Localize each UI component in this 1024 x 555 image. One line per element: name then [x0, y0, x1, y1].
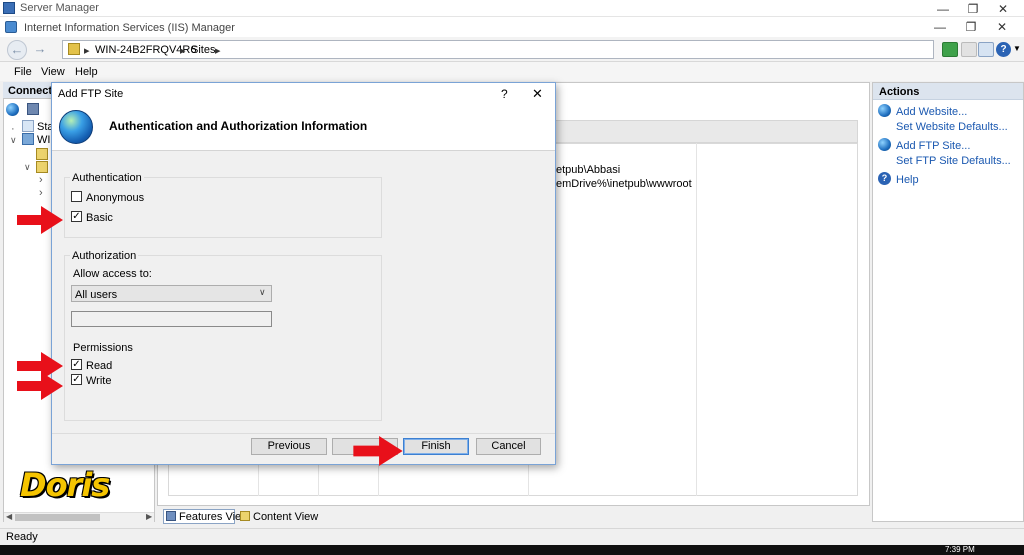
tree-collapse-icon[interactable]: ∨ — [24, 162, 31, 173]
dialog-help-button[interactable]: ? — [501, 87, 508, 101]
menu-view[interactable]: View — [41, 66, 65, 78]
anonymous-checkbox[interactable] — [71, 191, 82, 202]
server-manager-icon — [3, 2, 15, 14]
allow-access-label: Allow access to: — [73, 268, 152, 280]
finish-button[interactable]: Finish — [403, 438, 469, 455]
arrow-icon — [17, 206, 63, 234]
basic-label: Basic — [86, 212, 113, 224]
back-arrow-icon[interactable]: ← — [7, 40, 27, 60]
authentication-group — [64, 177, 382, 238]
site-path-cell[interactable]: etpub\Abbasi — [556, 164, 620, 176]
set-website-defaults-link[interactable]: Set Website Defaults... — [896, 121, 1008, 133]
connect-globe-icon[interactable] — [6, 103, 19, 116]
minimize-button[interactable]: — — [925, 19, 955, 35]
doris-watermark-logo: Doris — [20, 466, 110, 504]
add-ftp-site-link[interactable]: Add FTP Site... — [896, 140, 970, 152]
close-button[interactable]: ✕ — [987, 19, 1017, 35]
allow-access-value: All users — [75, 289, 118, 301]
globe-icon — [59, 110, 93, 144]
scroll-right-icon[interactable]: ▶ — [146, 512, 152, 521]
sm-minimize-button[interactable]: — — [928, 1, 958, 17]
authorization-label: Authorization — [70, 250, 139, 262]
tree-expand-icon[interactable]: › — [39, 174, 43, 186]
server-node-icon — [68, 43, 80, 55]
tab-content-view[interactable]: Content View — [253, 511, 318, 523]
help-link[interactable]: Help — [896, 174, 919, 186]
tree-expander[interactable]: · — [11, 123, 15, 135]
add-ftp-globe-icon — [878, 138, 891, 151]
read-label: Read — [86, 360, 113, 372]
content-view-icon — [240, 511, 250, 521]
dialog-title: Add FTP Site — [58, 88, 124, 100]
menu-help[interactable]: Help — [75, 66, 98, 78]
menu-file[interactable]: File — [14, 66, 32, 78]
breadcrumb-sites[interactable]: Sites — [191, 44, 215, 56]
grid-divider — [696, 143, 697, 496]
chevron-down-icon: ∨ — [259, 287, 266, 297]
status-text: Ready — [6, 531, 38, 543]
add-website-globe-icon — [878, 104, 891, 117]
sites-folder-icon — [36, 161, 48, 173]
sm-restore-button[interactable]: ❐ — [958, 1, 988, 17]
home-icon[interactable] — [978, 42, 994, 57]
write-checkbox[interactable]: ✓ — [71, 374, 82, 385]
start-page-icon — [22, 120, 34, 132]
iis-app-icon — [5, 21, 17, 33]
dialog-close-button[interactable]: ✕ — [532, 86, 543, 102]
address-separator: ▸ — [180, 45, 186, 57]
scroll-left-icon[interactable]: ◀ — [6, 512, 12, 521]
dialog-heading: Authentication and Authorization Informa… — [109, 119, 368, 133]
site-path-cell[interactable]: emDrive%\inetpub\wwwroot — [556, 178, 692, 190]
chevron-down-icon[interactable]: ▼ — [1013, 44, 1021, 53]
user-text-field[interactable] — [71, 311, 272, 327]
features-view-label: Features View — [179, 511, 250, 523]
taskbar — [0, 545, 1024, 555]
features-view-icon — [166, 511, 176, 521]
menu-bar — [0, 62, 1024, 81]
dialog-titlebar — [52, 83, 555, 103]
actions-title: Actions — [879, 86, 920, 98]
authentication-label: Authentication — [70, 172, 144, 184]
arrow-icon — [17, 372, 63, 400]
address-separator: ▸ — [215, 45, 221, 57]
address-separator: ▸ — [84, 45, 90, 57]
anonymous-label: Anonymous — [86, 192, 145, 204]
write-label: Write — [86, 375, 112, 387]
permissions-label: Permissions — [73, 342, 133, 354]
stop-icon[interactable] — [961, 42, 977, 57]
scroll-thumb[interactable] — [15, 514, 100, 521]
taskbar-clock: 7:39 PM — [945, 545, 975, 554]
save-icon[interactable] — [27, 103, 39, 115]
read-checkbox[interactable]: ✓ — [71, 359, 82, 370]
button-divider — [52, 433, 555, 434]
tree-expand-icon[interactable]: › — [39, 187, 43, 199]
server-icon — [22, 133, 34, 145]
sm-close-button[interactable]: ✕ — [988, 1, 1018, 17]
help-icon[interactable]: ? — [996, 42, 1011, 57]
basic-checkbox[interactable]: ✓ — [71, 211, 82, 222]
forward-arrow-icon[interactable]: → — [30, 40, 50, 60]
server-manager-titlebar — [0, 0, 1024, 17]
arrow-icon — [353, 436, 403, 466]
cancel-button[interactable]: Cancel — [476, 438, 541, 455]
app-pools-icon — [36, 148, 48, 160]
refresh-icon[interactable] — [942, 42, 958, 57]
connections-title: Connecti — [8, 85, 56, 97]
status-bar — [0, 528, 1024, 545]
add-website-link[interactable]: Add Website... — [896, 106, 967, 118]
help-icon: ? — [878, 172, 891, 185]
tree-collapse-icon[interactable]: ∨ — [10, 135, 17, 146]
set-ftp-site-defaults-link[interactable]: Set FTP Site Defaults... — [896, 155, 1011, 167]
iis-window-title: Internet Information Services (IIS) Mana… — [24, 22, 235, 34]
maximize-button[interactable]: ❐ — [956, 19, 986, 35]
server-manager-title: Server Manager — [20, 2, 99, 14]
previous-button[interactable]: Previous — [251, 438, 327, 455]
